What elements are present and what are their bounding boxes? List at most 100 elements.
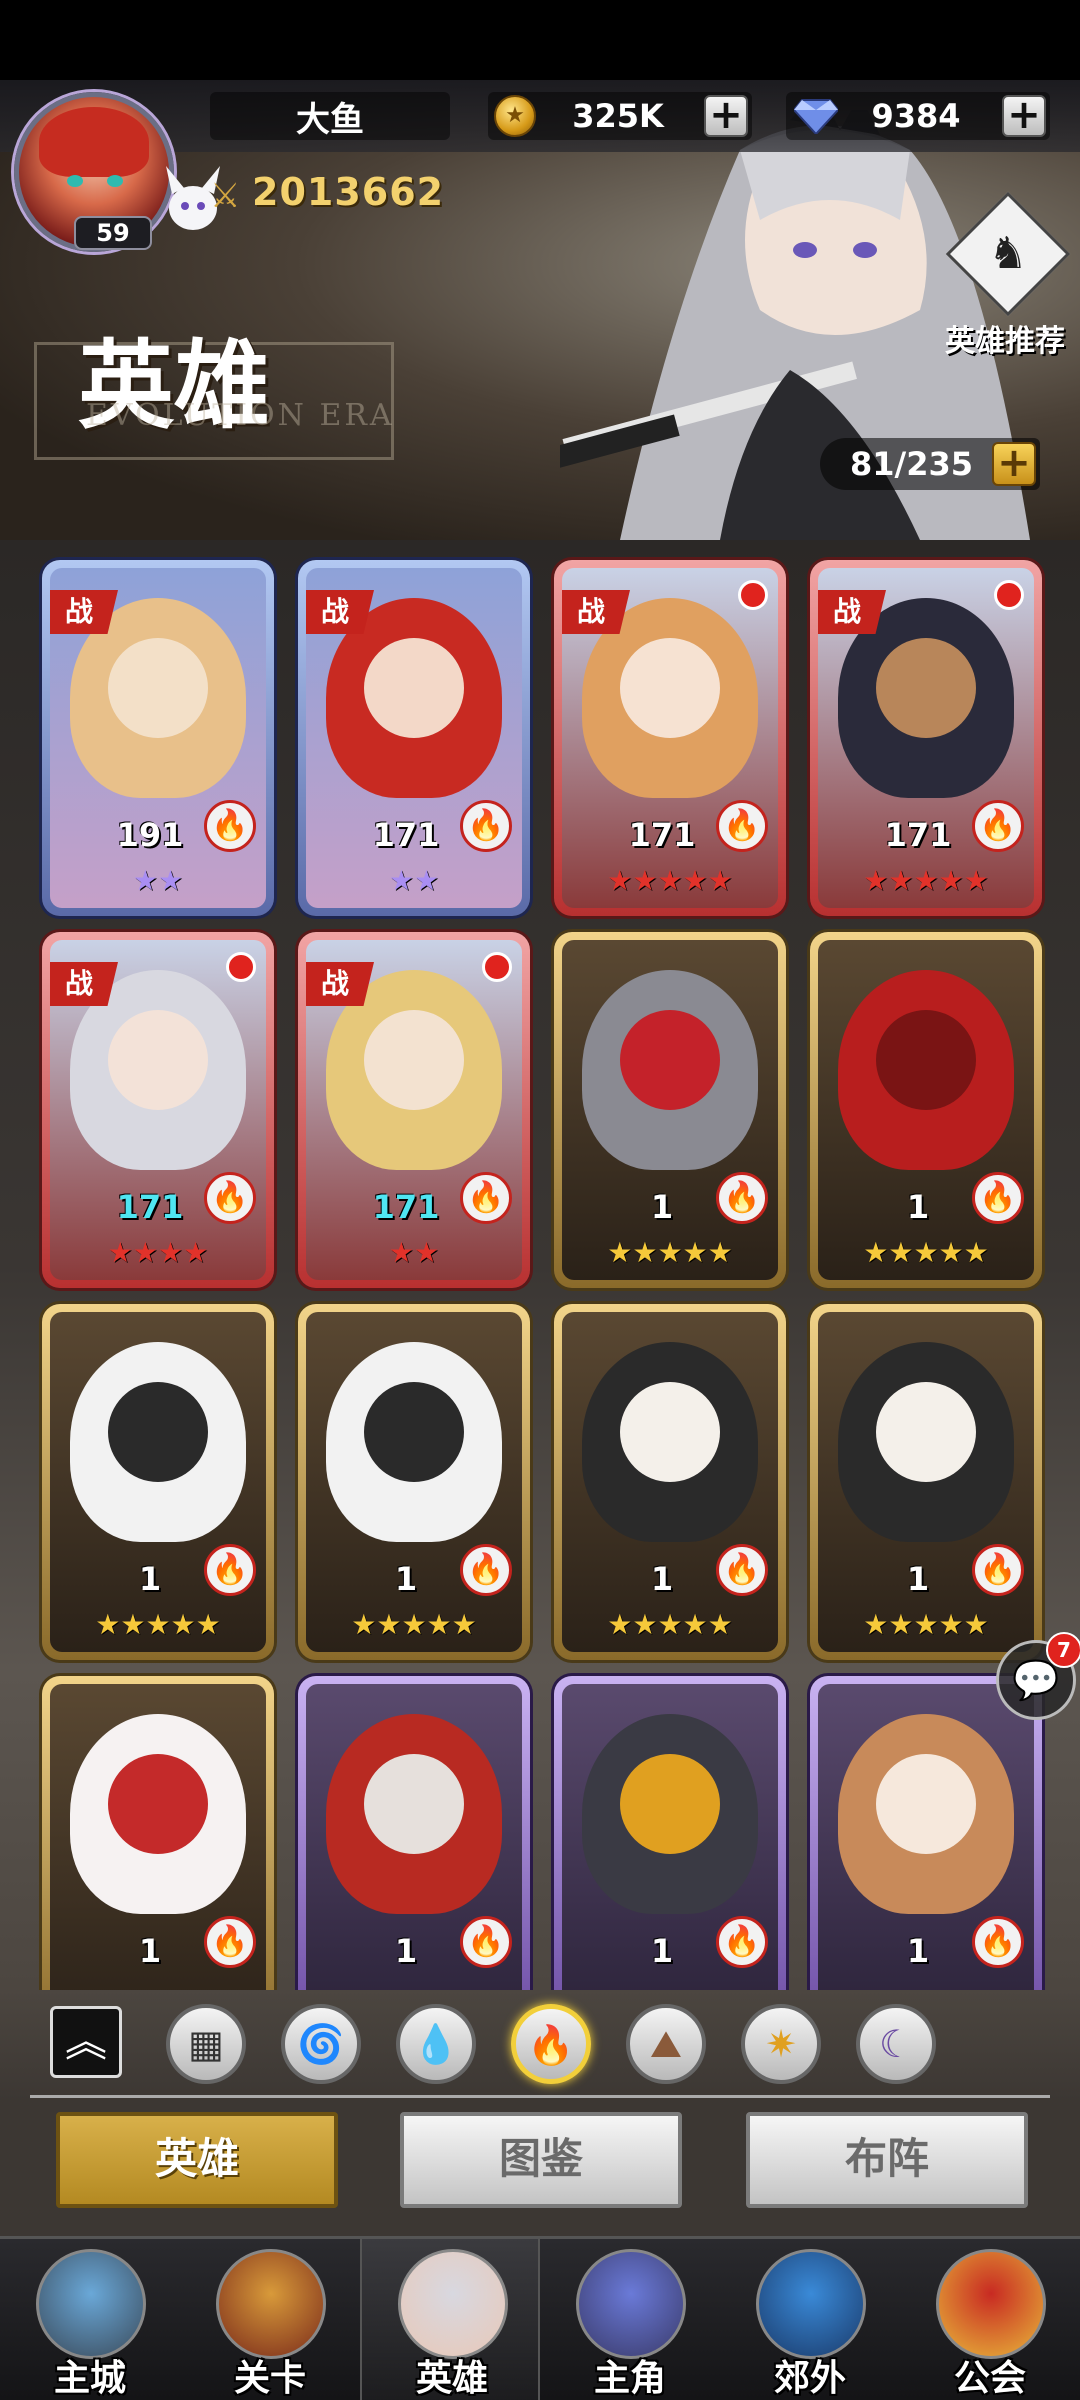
hero-card[interactable]: 1 🔥	[810, 1676, 1042, 2036]
tab-1[interactable]: 图鉴	[400, 2112, 682, 2208]
hero-stars: ★★★★★	[607, 864, 733, 897]
tab-2[interactable]: 布阵	[746, 2112, 1028, 2208]
tab-0[interactable]: 英雄	[56, 2112, 338, 2208]
hero-level: 1	[394, 1560, 418, 1598]
hero-level: 1	[906, 1188, 930, 1226]
hero-card[interactable]: 1 🔥 ★★★★★	[810, 932, 1042, 1288]
dark-icon[interactable]: ☾	[856, 2004, 936, 2084]
hero-card[interactable]: 1 🔥 ★★★★★	[298, 1304, 530, 1660]
diamond-icon	[794, 99, 838, 134]
capacity-value: 81/235	[850, 445, 974, 483]
notification-dot	[994, 580, 1024, 610]
hero-card[interactable]: 1 🔥 ★★★★★	[42, 1304, 274, 1660]
hero-card[interactable]: 战 171 🔥 ★★	[298, 560, 530, 916]
nav-label: 郊外	[773, 2358, 846, 2399]
light-icon[interactable]: ✷	[741, 2004, 821, 2084]
hero-face	[620, 1010, 720, 1110]
fire-element-icon: 🔥	[972, 1172, 1024, 1224]
fire-element-icon: 🔥	[460, 800, 512, 852]
hero-card[interactable]: 1 🔥 ★★★★★	[554, 1304, 786, 1660]
hero-level: 1	[138, 1932, 162, 1970]
nav-stage[interactable]: 关卡	[180, 2239, 360, 2400]
hero-card-art: 战 191 🔥 ★★	[50, 568, 266, 908]
hero-card-art: 战 171 🔥 ★★★★★	[562, 568, 778, 908]
recommend-label: 英雄推荐	[945, 324, 1065, 359]
notification-dot	[738, 580, 768, 610]
hero-card-art: 战 171 🔥 ★★	[306, 568, 522, 908]
hero-card[interactable]: 1 🔥	[42, 1676, 274, 2036]
fire-element-icon: 🔥	[972, 800, 1024, 852]
hero-level: 171	[116, 1188, 184, 1226]
recommend-helmet-icon: ♞	[945, 191, 1071, 317]
hero-level: 191	[116, 816, 184, 854]
hero-face	[876, 638, 976, 738]
hero-stars: ★★★★★	[863, 864, 989, 897]
hero-stars: ★★	[388, 1236, 440, 1269]
fire-element-icon: 🔥	[716, 1172, 768, 1224]
hero-card-art: 战 171 🔥 ★★★★	[50, 940, 266, 1280]
hero-face	[108, 1382, 208, 1482]
nav-city[interactable]: 主城	[0, 2239, 180, 2400]
gold-value: 325K	[572, 97, 664, 135]
hero-card[interactable]: 1 🔥 ★★★★★	[810, 1304, 1042, 1660]
hero-stars: ★★★★	[107, 1236, 209, 1269]
bottom-navigation: 主城 关卡 英雄 主角 郊外 公会	[0, 2236, 1080, 2400]
add-gems-button[interactable]: +	[1002, 95, 1046, 137]
nav-label: 公会	[953, 2358, 1026, 2399]
hero-card[interactable]: 战 171 🔥 ★★★★★	[810, 560, 1042, 916]
gold-resource: 325K +	[488, 92, 752, 140]
all-icon[interactable]: ▦	[166, 2004, 246, 2084]
hero-card[interactable]: 战 171 🔥 ★★	[298, 932, 530, 1288]
power-swords-icon: ⚔	[210, 176, 241, 216]
battle-tag: 战	[306, 590, 374, 634]
wind-icon[interactable]: 🌀	[281, 2004, 361, 2084]
hero-card[interactable]: 战 171 🔥 ★★★★	[42, 932, 274, 1288]
hero-level: 171	[372, 816, 440, 854]
hero-card-art: 战 171 🔥 ★★	[306, 940, 522, 1280]
hero-card[interactable]: 1 🔥	[298, 1676, 530, 2036]
earth-icon[interactable]: ⛰	[626, 2004, 706, 2084]
hero-card[interactable]: 1 🔥	[554, 1676, 786, 2036]
notification-dot	[482, 952, 512, 982]
collapse-arrow-icon[interactable]: ︽	[50, 2006, 122, 2078]
fire-element-icon: 🔥	[204, 800, 256, 852]
nav-hero[interactable]: 英雄	[360, 2239, 540, 2400]
hero-card[interactable]: 1 🔥 ★★★★★	[554, 932, 786, 1288]
hero-card-art: 1 🔥 ★★★★★	[818, 1312, 1034, 1652]
hero-icon	[398, 2249, 508, 2359]
fire-icon[interactable]: 🔥	[511, 2004, 591, 2084]
hero-face	[620, 1382, 720, 1482]
hero-stars: ★★★★★	[863, 1608, 989, 1641]
add-gold-button[interactable]: +	[704, 95, 748, 137]
hero-card[interactable]: 战 191 🔥 ★★	[42, 560, 274, 916]
fire-element-icon: 🔥	[972, 1544, 1024, 1596]
fire-element-icon: 🔥	[972, 1916, 1024, 1968]
battle-tag: 战	[306, 962, 374, 1006]
nav-protagonist[interactable]: 主角	[540, 2239, 720, 2400]
hero-face	[364, 1754, 464, 1854]
nav-guild[interactable]: 公会	[900, 2239, 1080, 2400]
water-icon[interactable]: 💧	[396, 2004, 476, 2084]
hero-stars: ★★★★★	[607, 1608, 733, 1641]
hero-card[interactable]: 战 171 🔥 ★★★★★	[554, 560, 786, 916]
hero-card-art: 战 171 🔥 ★★★★★	[818, 568, 1034, 908]
hero-level: 1	[906, 1932, 930, 1970]
avatar-eye-right	[107, 175, 123, 187]
hero-card-art: 1 🔥	[562, 1684, 778, 2028]
hero-stars: ★★	[388, 864, 440, 897]
hero-recommend-button[interactable]: ♞ 英雄推荐	[940, 188, 1071, 388]
hero-level: 171	[372, 1188, 440, 1226]
hero-face	[876, 1010, 976, 1110]
hero-stars: ★★★★★	[95, 1608, 221, 1641]
hero-face	[364, 1010, 464, 1110]
nav-label: 主城	[53, 2358, 126, 2399]
nav-outskirts[interactable]: 郊外	[720, 2239, 900, 2400]
expand-capacity-button[interactable]: +	[992, 442, 1036, 486]
hero-face	[364, 1382, 464, 1482]
hero-face	[876, 1754, 976, 1854]
fire-element-icon: 🔥	[204, 1916, 256, 1968]
notification-dot	[226, 952, 256, 982]
gold-coin-icon	[494, 95, 536, 137]
fire-element-icon: 🔥	[204, 1544, 256, 1596]
guild-icon	[936, 2249, 1046, 2359]
